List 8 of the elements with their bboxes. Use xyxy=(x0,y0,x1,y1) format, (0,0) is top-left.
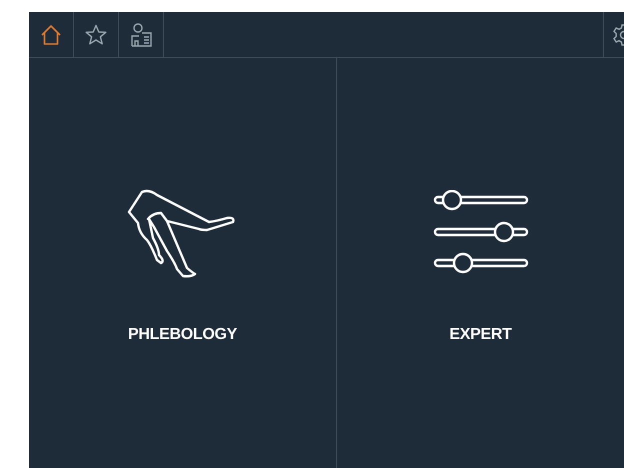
tile-label: EXPERT xyxy=(449,326,512,344)
menu-tile[interactable]: PHLEBOLOGY xyxy=(29,58,336,468)
home-icon xyxy=(39,22,63,46)
tile-label: PHLEBOLOGY xyxy=(128,326,237,344)
star-icon xyxy=(84,22,108,46)
sliders-icon xyxy=(432,190,528,274)
profile-card-icon xyxy=(129,22,153,48)
menu-tile[interactable]: EXPERT xyxy=(337,58,624,468)
